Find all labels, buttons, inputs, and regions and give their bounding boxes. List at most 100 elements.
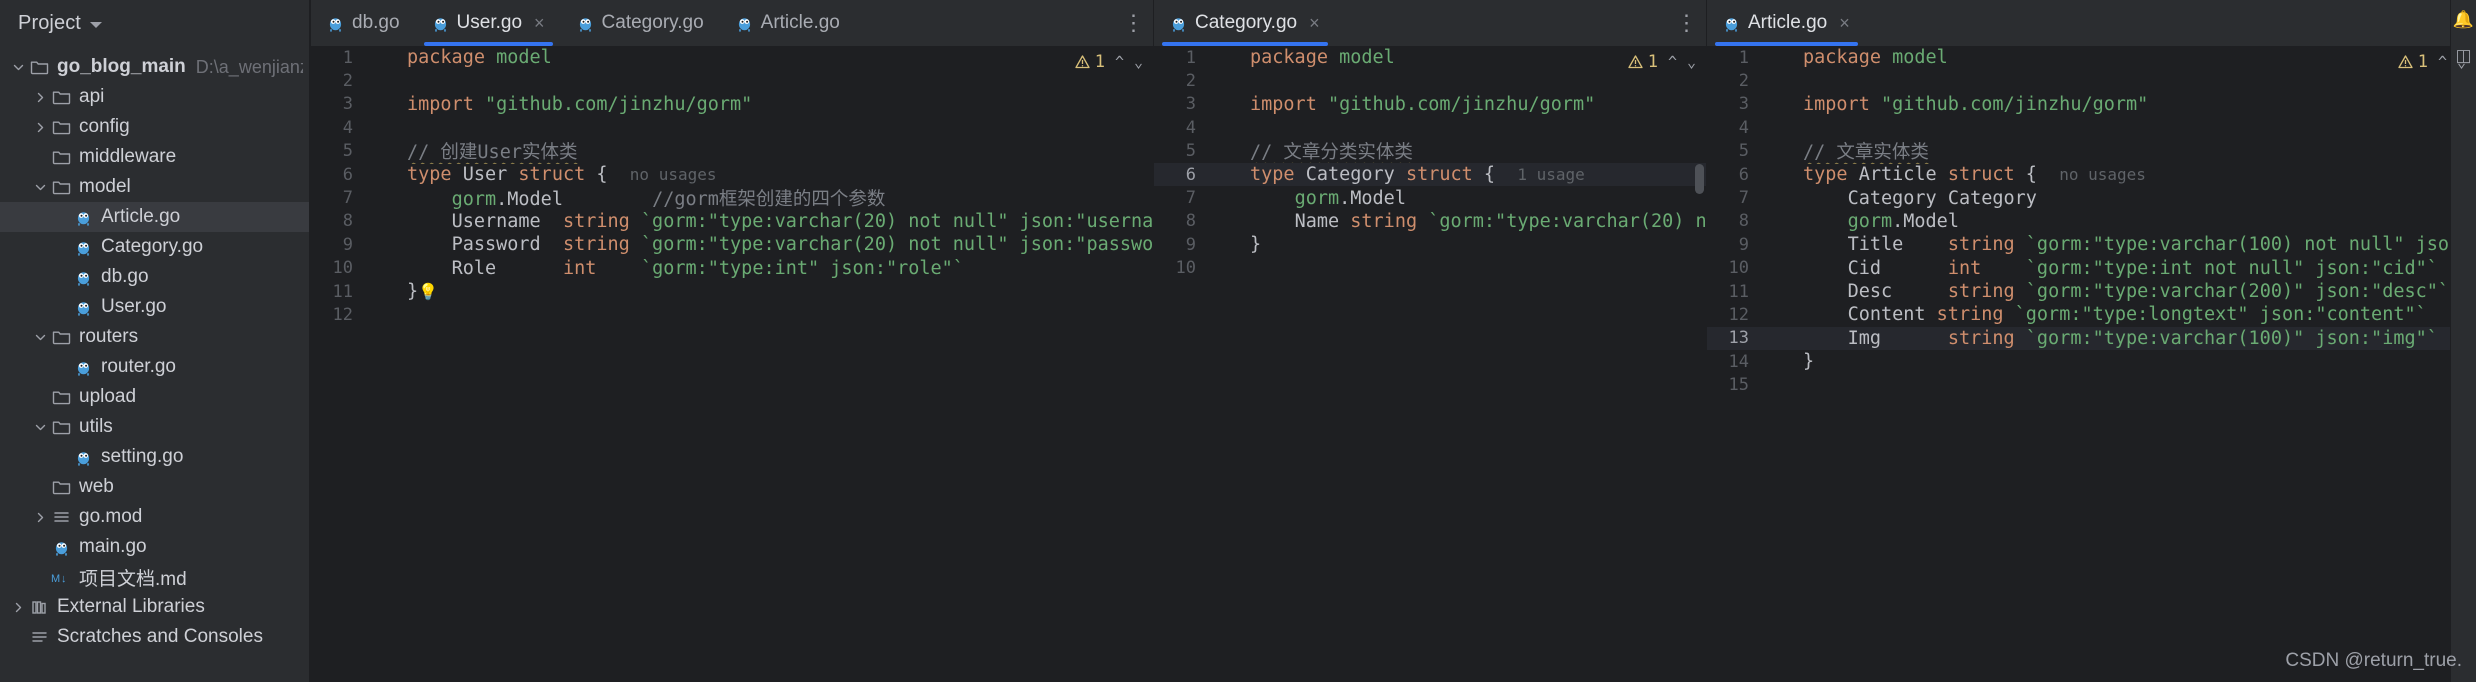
tree-item-go-mod[interactable]: go.mod xyxy=(0,502,309,532)
gutter-marker-area[interactable] xyxy=(1763,116,1793,139)
tree-item-routers[interactable]: routers xyxy=(0,322,309,352)
code-editor-2[interactable]: 1 ^ ⌄ 1 package model 2 3 import "github.com/ji… xyxy=(1154,46,1706,682)
tab-article-go[interactable]: Article.go × xyxy=(1707,0,1866,46)
tree-item-upload[interactable]: upload xyxy=(0,382,309,412)
gutter-marker-area[interactable] xyxy=(1763,186,1793,209)
chevron-down-icon[interactable] xyxy=(30,412,50,442)
tree-item-web[interactable]: web xyxy=(0,472,309,502)
tree-item-db-go[interactable]: db.go xyxy=(0,262,309,292)
warning-triangle-icon[interactable]: 1 xyxy=(2398,52,2428,72)
code-editor-1[interactable]: 1 ^ ⌄ 1 package model 2 3 import "github.com/ji… xyxy=(311,46,1153,682)
more-options-icon[interactable]: ⋮ xyxy=(1668,0,1706,46)
project-tree[interactable]: go_blog_main D:\a_wenjianziliaapi config mi… xyxy=(0,46,309,652)
tree-item-external-libraries[interactable]: External Libraries xyxy=(0,592,309,622)
chevron-right-icon[interactable] xyxy=(30,502,50,532)
tree-item-article-go[interactable]: Article.go xyxy=(0,202,309,232)
tab-article-go[interactable]: Article.go xyxy=(720,0,856,46)
tree-item-md[interactable]: M ↓ 项目文档.md xyxy=(0,562,309,592)
gutter-marker-area[interactable] xyxy=(367,233,397,256)
gutter-marker-area[interactable] xyxy=(1763,303,1793,326)
line-number: 6 xyxy=(1738,164,1749,185)
tree-item-label: User.go xyxy=(101,296,167,317)
gutter-marker-area[interactable] xyxy=(1763,140,1793,163)
code-editor-3[interactable]: 1 ^ ⌄ 1 package model 2 3 import "github.com/ji… xyxy=(1707,46,2476,682)
gutter-marker-area[interactable] xyxy=(1763,163,1793,186)
chevron-up-icon[interactable]: ^ xyxy=(1668,53,1677,71)
gutter-marker-area[interactable] xyxy=(1763,210,1793,233)
chevron-right-icon[interactable] xyxy=(30,82,50,112)
gutter-marker-area[interactable] xyxy=(367,280,397,303)
inspection-widget[interactable]: 1 ^ ⌄ xyxy=(1075,52,1143,72)
gutter-marker-area[interactable] xyxy=(1763,327,1793,350)
gutter-marker-area[interactable] xyxy=(1763,280,1793,303)
code-text: gorm.Model xyxy=(1847,210,1959,232)
close-icon[interactable]: × xyxy=(1309,13,1320,34)
sidebar-header[interactable]: Project xyxy=(0,0,309,46)
gutter-marker-area[interactable] xyxy=(367,69,397,92)
tree-item-config[interactable]: config xyxy=(0,112,309,142)
tab-db-go[interactable]: db.go xyxy=(311,0,416,46)
gutter-marker-area[interactable] xyxy=(1210,233,1240,256)
chevron-down-icon[interactable] xyxy=(30,172,50,202)
chevron-down-icon[interactable] xyxy=(8,52,28,82)
tree-item-main-go[interactable]: main.go xyxy=(0,532,309,562)
chevron-down-icon[interactable]: ⌄ xyxy=(1687,53,1696,71)
warning-triangle-icon[interactable]: 1 xyxy=(1075,52,1105,72)
tree-item-category-go[interactable]: Category.go xyxy=(0,232,309,262)
gutter-marker-area[interactable] xyxy=(1210,116,1240,139)
close-icon[interactable]: × xyxy=(1839,13,1850,34)
gutter-marker-area[interactable] xyxy=(1763,93,1793,116)
gutter-marker-area[interactable] xyxy=(1210,93,1240,116)
inspection-widget[interactable]: 1 ^ ⌄ xyxy=(2398,52,2466,72)
notifications-icon[interactable]: 🔔 xyxy=(2453,10,2474,30)
tab-user-go[interactable]: User.go × xyxy=(416,0,561,46)
gutter-marker-area[interactable] xyxy=(367,140,397,163)
chevron-up-icon[interactable]: ^ xyxy=(2438,53,2447,71)
gutter-marker-area[interactable] xyxy=(1763,350,1793,373)
tree-item-go-blog-main[interactable]: go_blog_main D:\a_wenjianzilia xyxy=(0,52,309,82)
gutter-marker-area[interactable] xyxy=(1763,46,1793,69)
gutter-marker-area[interactable] xyxy=(367,186,397,209)
gutter-marker-area[interactable] xyxy=(367,257,397,280)
chevron-down-icon[interactable] xyxy=(89,21,102,28)
code-line: 11}💡 xyxy=(311,280,1153,303)
tree-item-user-go[interactable]: User.go xyxy=(0,292,309,322)
gutter-marker-area[interactable] xyxy=(1763,257,1793,280)
gutter-marker-area[interactable] xyxy=(367,303,397,326)
tree-item-utils[interactable]: utils xyxy=(0,412,309,442)
chevron-right-icon[interactable] xyxy=(8,592,28,622)
chevron-down-icon[interactable]: ⌄ xyxy=(1134,53,1143,71)
more-options-icon[interactable]: ⋮ xyxy=(1115,0,1153,46)
inspection-widget[interactable]: 1 ^ ⌄ xyxy=(1628,52,1696,72)
tree-item-router-go[interactable]: router.go xyxy=(0,352,309,382)
gutter-marker-area[interactable] xyxy=(1210,210,1240,233)
tab-category-go[interactable]: Category.go xyxy=(561,0,720,46)
gutter-marker-area[interactable] xyxy=(367,46,397,69)
gutter-marker-area[interactable] xyxy=(1210,257,1240,280)
close-icon[interactable]: × xyxy=(534,13,545,34)
gutter-marker-area[interactable] xyxy=(1763,233,1793,256)
gutter-marker-area[interactable] xyxy=(1763,69,1793,92)
gutter-marker-area[interactable] xyxy=(367,210,397,233)
tree-item-setting-go[interactable]: setting.go xyxy=(0,442,309,472)
tree-item-scratches-and-consoles[interactable]: Scratches and Consoles xyxy=(0,622,309,652)
tree-item-model[interactable]: model xyxy=(0,172,309,202)
tree-item-middleware[interactable]: middleware xyxy=(0,142,309,172)
gutter-marker-area[interactable] xyxy=(367,116,397,139)
warning-triangle-icon[interactable]: 1 xyxy=(1628,52,1658,72)
tree-item-api[interactable]: api xyxy=(0,82,309,112)
gutter-marker-area[interactable] xyxy=(1210,69,1240,92)
gutter-marker-area[interactable] xyxy=(1210,140,1240,163)
gutter-marker-area[interactable] xyxy=(1210,46,1240,69)
chevron-down-icon[interactable] xyxy=(30,322,50,352)
gutter-marker-area[interactable] xyxy=(1210,163,1240,186)
vertical-scrollbar-thumb[interactable] xyxy=(1695,164,1704,194)
chevron-up-icon[interactable]: ^ xyxy=(1115,53,1124,71)
chevron-down-icon[interactable]: ⌄ xyxy=(2457,53,2466,71)
tab-category-go[interactable]: Category.go × xyxy=(1154,0,1336,46)
gutter-marker-area[interactable] xyxy=(367,93,397,116)
gutter-marker-area[interactable] xyxy=(1210,186,1240,209)
chevron-right-icon[interactable] xyxy=(30,112,50,142)
gutter-marker-area[interactable] xyxy=(367,163,397,186)
gutter-marker-area[interactable] xyxy=(1763,373,1793,396)
